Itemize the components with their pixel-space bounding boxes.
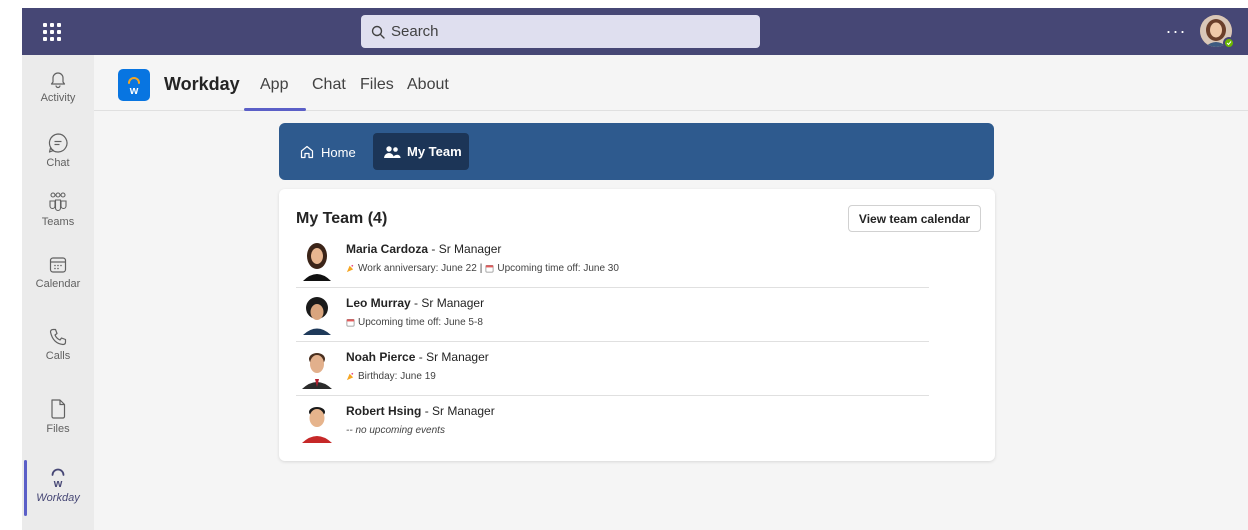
waffle-icon bbox=[43, 22, 61, 41]
rail-item-workday[interactable]: w Workday bbox=[22, 467, 94, 523]
rail-item-files[interactable]: Files bbox=[22, 398, 94, 454]
workday-logo-icon: w bbox=[118, 69, 150, 101]
celebration-icon bbox=[346, 372, 354, 381]
app-launcher-button[interactable] bbox=[22, 8, 82, 55]
member-events: Work anniversary: June 22 | Upcoming tim… bbox=[346, 263, 619, 274]
member-name: Robert Hsing bbox=[346, 404, 422, 418]
user-avatar[interactable] bbox=[1200, 15, 1235, 49]
rail-item-calendar[interactable]: Calendar bbox=[22, 255, 94, 311]
team-member-row[interactable]: Maria Cardoza - Sr Manager Work annivers… bbox=[296, 234, 929, 288]
card-title: My Team (4) bbox=[296, 210, 388, 227]
rail-label: Chat bbox=[46, 157, 70, 169]
rail-item-calls[interactable]: Calls bbox=[22, 327, 94, 383]
home-icon bbox=[300, 145, 314, 159]
rail-item-activity[interactable]: Activity bbox=[22, 69, 94, 125]
rail-label: Files bbox=[46, 423, 70, 435]
calendar-icon bbox=[49, 257, 67, 273]
rail-label: Teams bbox=[41, 216, 75, 228]
calendar-event-icon bbox=[346, 318, 355, 327]
member-avatar bbox=[303, 243, 331, 281]
member-events: -- no upcoming events bbox=[346, 425, 445, 436]
title-bar: Search ··· bbox=[22, 8, 1248, 55]
member-header: Noah Pierce - Sr Manager bbox=[346, 350, 489, 364]
member-name: Noah Pierce bbox=[346, 350, 416, 364]
no-events-text: -- no upcoming events bbox=[346, 425, 445, 436]
member-avatar bbox=[303, 297, 331, 335]
presence-available-icon bbox=[1223, 37, 1235, 49]
member-header: Leo Murray - Sr Manager bbox=[346, 296, 485, 310]
search-placeholder: Search bbox=[391, 23, 439, 40]
member-role: Sr Manager bbox=[426, 350, 489, 364]
event-text: Birthday: June 19 bbox=[358, 371, 436, 382]
workday-icon: w bbox=[51, 468, 65, 489]
rail-item-chat[interactable]: Chat bbox=[22, 132, 94, 188]
team-member-row[interactable]: Robert Hsing - Sr Manager -- no upcoming… bbox=[296, 396, 929, 450]
phone-icon bbox=[49, 328, 67, 346]
chat-icon bbox=[48, 133, 68, 153]
teams-icon bbox=[49, 192, 67, 212]
app-header: w Workday App Chat Files About bbox=[94, 55, 1248, 111]
member-header: Robert Hsing - Sr Manager bbox=[346, 404, 495, 418]
celebration-icon bbox=[346, 264, 354, 273]
member-events: Upcoming time off: June 5-8 bbox=[346, 317, 483, 328]
svg-text:w: w bbox=[129, 85, 139, 96]
member-header: Maria Cardoza - Sr Manager bbox=[346, 242, 502, 256]
svg-text:w: w bbox=[53, 478, 63, 489]
my-team-card: My Team (4) View team calendar Maria Car… bbox=[279, 189, 995, 461]
team-member-row[interactable]: Leo Murray - Sr Manager Upcoming time of… bbox=[296, 288, 929, 342]
member-avatar bbox=[302, 407, 332, 443]
member-role: Sr Manager bbox=[421, 296, 485, 310]
member-role: Sr Manager bbox=[438, 242, 502, 256]
tab-app[interactable]: App bbox=[260, 76, 288, 94]
separator: | bbox=[479, 263, 483, 274]
rail-label: Workday bbox=[36, 492, 80, 504]
event-text: Upcoming time off: June 30 bbox=[497, 263, 619, 274]
people-icon bbox=[384, 145, 401, 158]
member-avatar bbox=[302, 353, 332, 389]
member-events: Birthday: June 19 bbox=[346, 371, 436, 382]
rail-label: Activity bbox=[40, 92, 76, 104]
rail-label: Calendar bbox=[35, 278, 81, 290]
tab-about[interactable]: About bbox=[407, 76, 449, 94]
file-icon bbox=[51, 399, 66, 419]
my-team-nav-button[interactable]: My Team bbox=[373, 133, 469, 170]
tab-chat[interactable]: Chat bbox=[312, 76, 346, 94]
home-label: Home bbox=[321, 144, 356, 160]
member-name: Leo Murray bbox=[346, 296, 411, 310]
rail-label: Calls bbox=[45, 350, 71, 362]
calendar-event-icon bbox=[485, 264, 494, 273]
search-icon bbox=[371, 25, 385, 39]
app-name: Workday bbox=[164, 74, 240, 94]
tab-active-indicator bbox=[244, 108, 306, 111]
home-nav-button[interactable]: Home bbox=[299, 136, 356, 168]
member-role: Sr Manager bbox=[432, 404, 495, 418]
view-team-calendar-button[interactable]: View team calendar bbox=[848, 205, 981, 232]
rail-item-teams[interactable]: Teams bbox=[22, 191, 94, 247]
event-text: Upcoming time off: June 5-8 bbox=[358, 317, 483, 328]
member-name: Maria Cardoza bbox=[346, 242, 429, 256]
team-member-row[interactable]: Noah Pierce - Sr Manager Birthday: June … bbox=[296, 342, 929, 396]
bell-icon bbox=[50, 72, 66, 89]
workday-nav-bar: Home My Team bbox=[279, 123, 994, 180]
my-team-label: My Team bbox=[407, 144, 462, 159]
event-text: Work anniversary: June 22 bbox=[358, 263, 477, 274]
more-options-button[interactable]: ··· bbox=[1162, 16, 1190, 46]
search-box[interactable]: Search bbox=[361, 15, 760, 48]
left-rail: Activity Chat Teams Calendar Calls Files… bbox=[22, 55, 94, 530]
teams-window: Search ··· Activity Chat Teams Calendar … bbox=[22, 8, 1248, 530]
tab-files[interactable]: Files bbox=[360, 76, 394, 94]
